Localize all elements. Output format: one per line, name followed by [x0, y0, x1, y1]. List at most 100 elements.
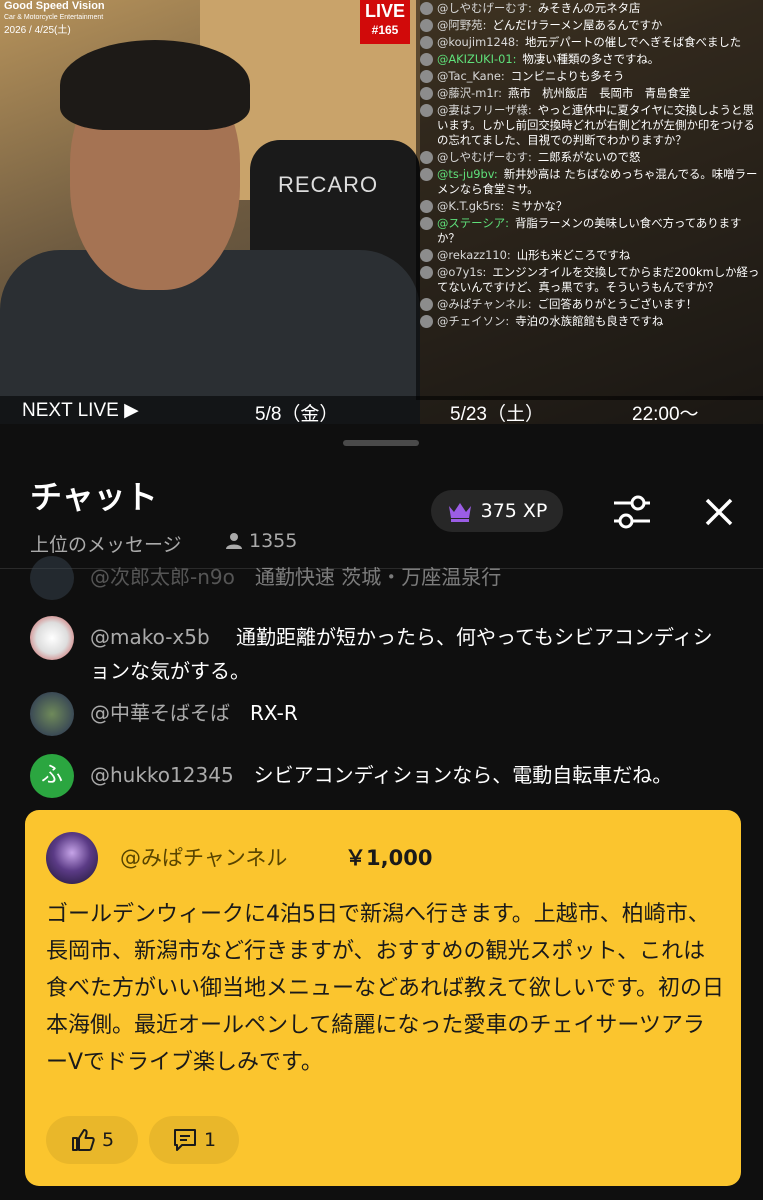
overlay-chat-body: @rekazz110: 山形も米どころですね: [437, 248, 630, 263]
overlay-chat-body: @妻はフリーザ様: やっと連休中に夏タイヤに交換しようと思います。しかし前回交換時…: [437, 103, 763, 148]
avatar: [420, 217, 433, 230]
xp-badge-button[interactable]: 375 XP: [431, 490, 563, 532]
channel-brand-logo: Good Speed Vision Car & Motorcycle Enter…: [4, 0, 105, 37]
overlay-chat-body: @みぱチャンネル: ご回答ありがとうございます！: [437, 297, 697, 312]
reply-button[interactable]: 1: [149, 1116, 239, 1164]
thumbs-up-icon: [71, 1129, 95, 1151]
xp-label: 375 XP: [480, 500, 548, 522]
avatar: [420, 151, 433, 164]
chat-panel: チャット 上位のメッセージ 1355 375 XP @次郎太郎-n9o 通勤快速…: [0, 424, 763, 1200]
overlay-chat-text: 山形も米どころですね: [516, 248, 631, 262]
live-label: LIVE: [364, 1, 405, 21]
overlay-chat-author: @rekazz110:: [437, 248, 511, 262]
chat-message[interactable]: @mako-x5b 通勤距離が短かったら、何やってもシビアコンディションな気がす…: [30, 616, 730, 688]
avatar: ふ: [30, 754, 74, 798]
avatar: [420, 266, 433, 279]
overlay-chat-body: @Tac_Kane: コンビニよりも多そう: [437, 69, 624, 84]
chat-mode-selector[interactable]: 上位のメッセージ: [30, 530, 182, 557]
overlay-chat-body: @AKIZUKI-01: 物凄い種類の多さですね。: [437, 52, 659, 67]
person-icon: [226, 533, 242, 549]
overlay-chat-author: @ts-ju9bv:: [437, 167, 498, 181]
overlay-chat-author: @Tac_Kane:: [437, 69, 505, 83]
next-live-date-1: 5/8（金）: [255, 404, 339, 424]
overlay-chat-author: @しやむげーむす:: [437, 1, 532, 15]
overlay-chat-body: @しやむげーむす: みそきんの元ネタ店: [437, 1, 640, 16]
overlay-chat-line: @ステーシア: 背脂ラーメンの美味しい食べ方ってありますか？: [420, 216, 763, 246]
avatar: [46, 832, 98, 884]
overlay-chat-line: @しやむげーむす: みそきんの元ネタ店: [420, 1, 763, 16]
overlay-chat-body: @阿野苑: どんだけラーメン屋あるんですか: [437, 18, 662, 33]
chat-message[interactable]: ふ @hukko12345 シビアコンディションなら、電動自転車だね。: [30, 754, 673, 798]
live-number: #165: [371, 23, 399, 37]
next-live-bar: NEXT LIVE ▶ 5/8（金） 5/23（土） 22:00〜: [0, 396, 763, 424]
video-player[interactable]: RECARO Good Speed Vision Car & Motorcycl…: [0, 0, 763, 424]
chat-message[interactable]: @中華そばそば RX-R: [30, 692, 298, 736]
super-chat-author: @みぱチャンネル: [120, 846, 288, 870]
close-icon[interactable]: [697, 490, 741, 534]
seat-brand-text: RECARO: [278, 172, 379, 197]
avatar: [420, 19, 433, 32]
overlay-chat-body: @チェイソン: 寺泊の水族館館も良きですね: [437, 314, 663, 329]
overlay-chat-line: @AKIZUKI-01: 物凄い種類の多さですね。: [420, 52, 763, 67]
avatar: [30, 556, 74, 600]
drag-handle[interactable]: [343, 440, 419, 446]
overlay-chat-body: @ステーシア: 背脂ラーメンの美味しい食べ方ってありますか？: [437, 216, 763, 246]
overlay-chat-body: @koujim1248: 地元デパートの催しでへぎそば食べました: [437, 35, 741, 50]
overlay-chat-author: @ステーシア:: [437, 216, 509, 230]
avatar: [30, 616, 74, 660]
message-author: @mako-x5b: [90, 625, 210, 649]
message-text: 通勤快速 茨城・万座温泉行: [254, 565, 502, 589]
avatar: [420, 87, 433, 100]
avatar: [30, 692, 74, 736]
crown-icon: [448, 503, 471, 522]
avatar: [420, 70, 433, 83]
live-badge: LIVE #165: [360, 0, 410, 44]
overlay-chat-author: @阿野苑:: [437, 18, 487, 32]
like-button[interactable]: 5: [46, 1116, 138, 1164]
chat-message[interactable]: @次郎太郎-n9o 通勤快速 茨城・万座温泉行: [30, 556, 502, 600]
overlay-chat-author: @みぱチャンネル:: [437, 297, 532, 311]
avatar: [420, 36, 433, 49]
reply-count: 1: [203, 1129, 217, 1151]
message-text: RX-R: [250, 701, 298, 725]
message-author: @hukko12345: [90, 763, 234, 787]
avatar: [420, 200, 433, 213]
chat-title: チャット: [30, 478, 158, 516]
next-live-label: NEXT LIVE ▶: [22, 400, 139, 421]
overlay-chat-author: @藤沢-m1r:: [437, 86, 502, 100]
avatar: [420, 315, 433, 328]
overlay-chat-author: @o7y1s:: [437, 265, 487, 279]
overlay-chat-line: @K.T.gk5rs: ミサかな？: [420, 199, 763, 214]
avatar: [420, 104, 433, 117]
next-live-time: 22:00〜: [632, 404, 699, 424]
brand-name: Good Speed Vision: [4, 0, 105, 12]
avatar: [420, 168, 433, 181]
overlay-chat-line: @Tac_Kane: コンビニよりも多そう: [420, 69, 763, 84]
overlay-chat-line: @o7y1s: エンジンオイルを交換してからまだ200kmしか経ってないんですけど…: [420, 265, 763, 295]
overlay-chat-line: @阿野苑: どんだけラーメン屋あるんですか: [420, 18, 763, 33]
overlay-chat-text: 物凄い種類の多さですね。: [522, 52, 660, 66]
overlay-chat-text: みそきんの元ネタ店: [537, 1, 641, 15]
overlay-chat-line: @ts-ju9bv: 新井妙高は たちばなめっちゃ混んでる。味噌ラーメンなら食堂ミ…: [420, 167, 763, 197]
next-live-date-2: 5/23（土）: [450, 404, 544, 424]
host-hair: [60, 40, 250, 130]
overlay-chat-line: @藤沢-m1r: 燕市 杭州飯店 長岡市 青島食堂: [420, 86, 763, 101]
overlay-chat-text: ミサかな？: [510, 199, 568, 213]
overlay-chat-text: 地元デパートの催しでへぎそば食べました: [525, 35, 742, 49]
message-text: シビアコンディションなら、電動自転車だね。: [253, 763, 673, 787]
overlay-chat-body: @藤沢-m1r: 燕市 杭州飯店 長岡市 青島食堂: [437, 86, 690, 101]
brand-sub: Car & Motorcycle Entertainment: [4, 14, 104, 21]
broadcast-date: 2026 / 4/25(土): [4, 25, 71, 36]
overlay-chat-line: @みぱチャンネル: ご回答ありがとうございます！: [420, 297, 763, 312]
avatar: [420, 249, 433, 262]
filter-settings-icon[interactable]: [608, 490, 656, 534]
overlay-chat-text: どんだけラーメン屋あるんですか: [492, 18, 663, 32]
viewer-count-value: 1355: [249, 530, 298, 552]
overlay-chat-author: @AKIZUKI-01:: [437, 52, 517, 66]
overlay-chat-body: @K.T.gk5rs: ミサかな？: [437, 199, 567, 214]
overlay-chat-text: 燕市 杭州飯店 長岡市 青島食堂: [507, 86, 691, 100]
super-chat-amount: ￥1,000: [345, 846, 433, 870]
super-chat-card[interactable]: @みぱチャンネル ￥1,000 ゴールデンウィークに4泊5日で新潟へ行きます。上…: [25, 810, 741, 1186]
video-chat-overlay: @しやむげーむす: みそきんの元ネタ店 @阿野苑: どんだけラーメン屋あるんですか @k…: [416, 0, 763, 400]
overlay-chat-author: @しやむげーむす:: [437, 150, 532, 164]
